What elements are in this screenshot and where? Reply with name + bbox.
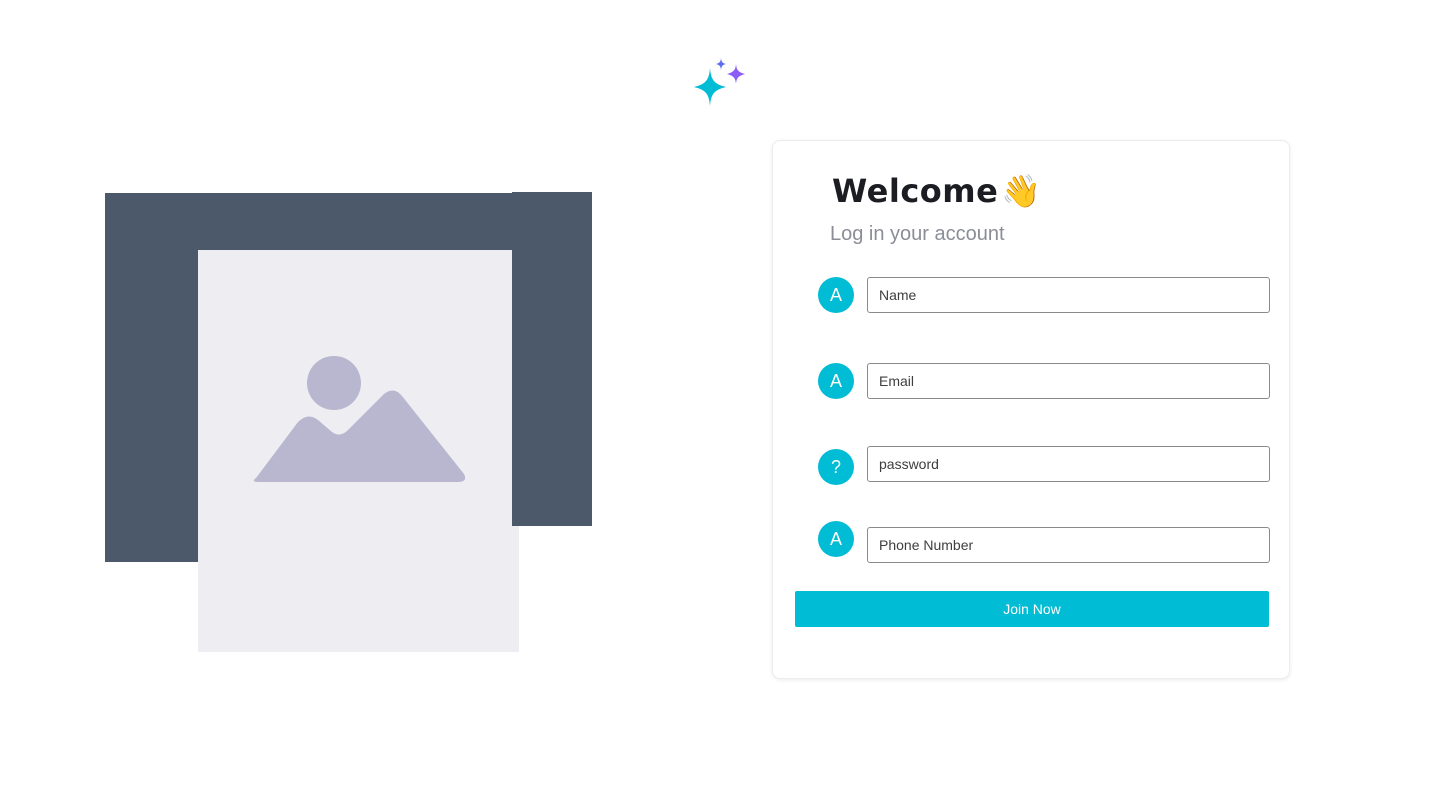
password-field-badge: ? <box>818 449 854 485</box>
illustration-backdrop-left <box>105 193 198 562</box>
phone-number-field[interactable] <box>867 527 1270 563</box>
login-card: Welcome 👋 Log in your account A A ? A Jo… <box>772 140 1290 679</box>
page-subtitle: Log in your account <box>830 223 1005 245</box>
password-field[interactable] <box>867 446 1270 482</box>
join-now-button[interactable]: Join Now <box>795 591 1269 627</box>
illustration-backdrop-right <box>512 192 592 526</box>
name-field[interactable] <box>867 277 1270 313</box>
login-page: Welcome 👋 Log in your account A A ? A Jo… <box>0 0 1440 798</box>
email-field[interactable] <box>867 363 1270 399</box>
email-field-badge: A <box>818 363 854 399</box>
password-row: ? <box>818 446 1270 485</box>
name-field-badge: A <box>818 277 854 313</box>
phone-row: A <box>818 521 1270 565</box>
image-placeholder-icon <box>253 356 466 482</box>
phone-field-badge: A <box>818 521 854 557</box>
name-row: A <box>818 277 1270 315</box>
waving-hand-icon: 👋 <box>1001 172 1041 210</box>
email-row: A <box>818 363 1270 401</box>
page-title: Welcome <box>832 172 999 210</box>
sparkles-icon <box>694 58 745 106</box>
